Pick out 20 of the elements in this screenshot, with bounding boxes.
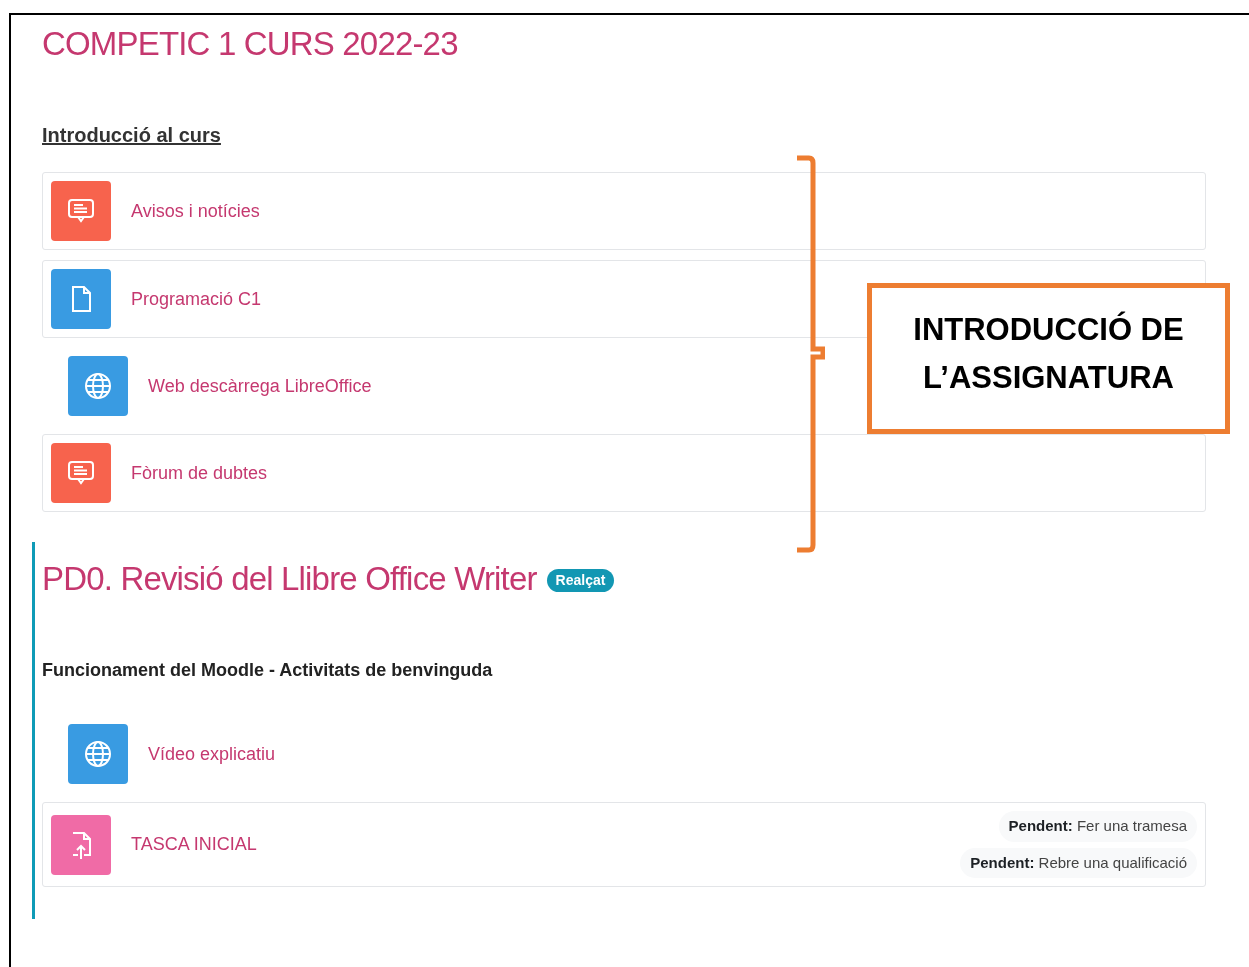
activity-link[interactable]: Vídeo explicatiu [148,740,276,768]
globe-icon [68,356,128,416]
subsection-heading: Funcionament del Moodle - Activitats de benvinguda [42,659,493,682]
speech-bubble-icon [51,443,111,503]
section-link[interactable]: Introducció al curs [42,120,221,150]
globe-icon [68,724,128,784]
activity-link[interactable]: Programació C1 [131,285,262,313]
completion-status: Pendent: Fer una tramesa [998,811,1197,842]
speech-bubble-icon [51,181,111,241]
document-icon [51,269,111,329]
activity-link[interactable]: Avisos i notícies [131,197,260,225]
annotation-text: INTRODUCCIÓ DE L’ASSIGNATURA [913,310,1184,397]
activity-link[interactable]: Web descàrrega LibreOffice [148,372,372,400]
file-upload-icon [51,814,111,875]
highlight-badge: Realçat [546,569,615,592]
completion-status: Pendent: Rebre una qualificació [960,847,1197,878]
activity-link[interactable]: TASCA INICIAL [131,831,257,858]
activity-link[interactable]: Fòrum de dubtes [131,459,268,487]
course-title: COMPETIC 1 CURS 2022-23 [42,24,458,60]
section-title: PD0. Revisió del Llibre Office Writer [42,562,537,595]
